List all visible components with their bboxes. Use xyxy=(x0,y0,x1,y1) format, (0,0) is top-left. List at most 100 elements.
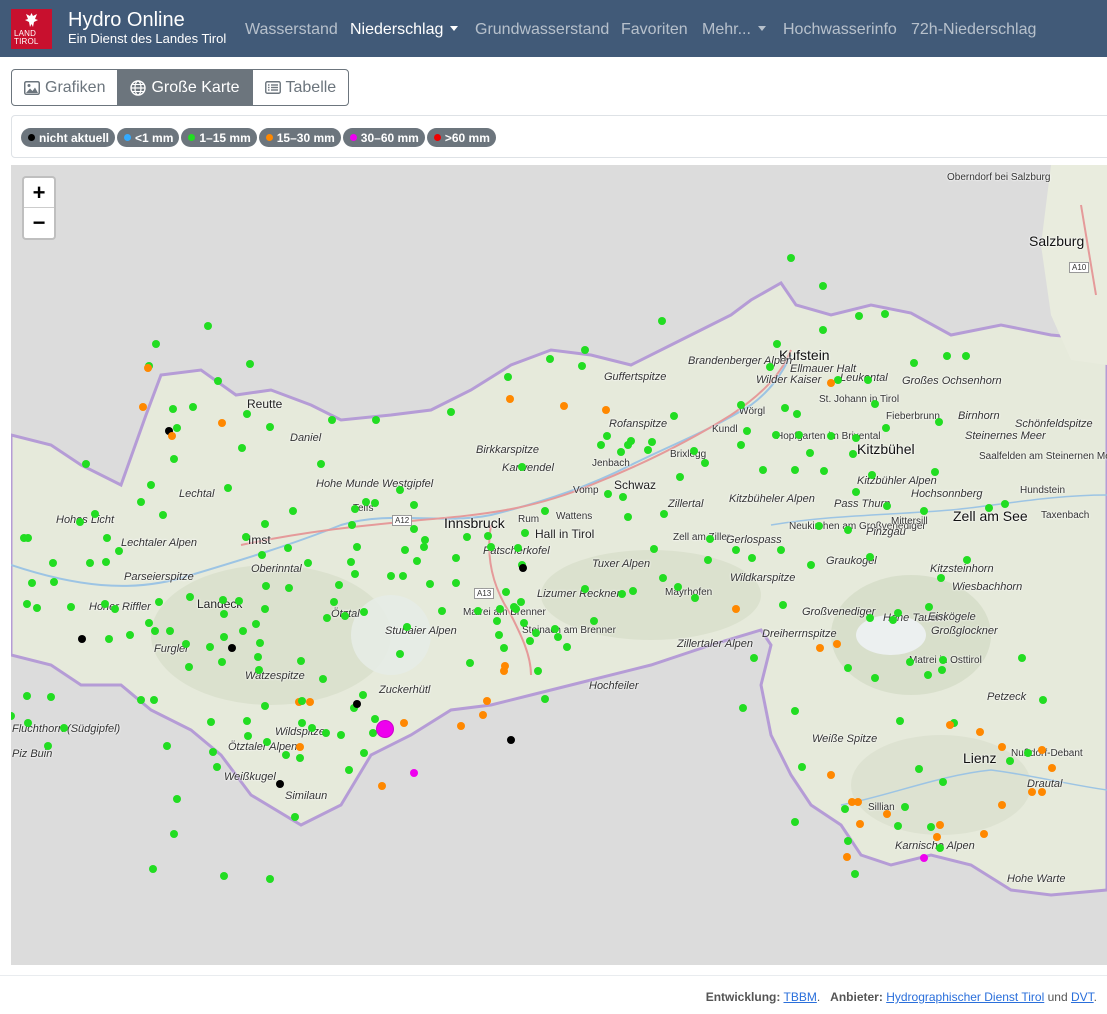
station-1-15mm[interactable] xyxy=(504,373,512,381)
station-1-15mm[interactable] xyxy=(1024,749,1032,757)
station-1-15mm[interactable] xyxy=(137,498,145,506)
station-15-30mm[interactable] xyxy=(306,698,314,706)
station-1-15mm[interactable] xyxy=(906,658,914,666)
station-1-15mm[interactable] xyxy=(149,865,157,873)
station-1-15mm[interactable] xyxy=(82,460,90,468)
station-15-30mm[interactable] xyxy=(856,820,864,828)
dvt-link[interactable]: DVT xyxy=(1071,990,1094,1004)
station-1-15mm[interactable] xyxy=(126,631,134,639)
station-1-15mm[interactable] xyxy=(372,416,380,424)
station-1-15mm[interactable] xyxy=(750,654,758,662)
station-1-15mm[interactable] xyxy=(894,609,902,617)
grafiken-button[interactable]: Grafiken xyxy=(11,69,119,106)
station-1-15mm[interactable] xyxy=(578,362,586,370)
station-1-15mm[interactable] xyxy=(777,546,785,554)
station-1-15mm[interactable] xyxy=(330,598,338,606)
station-1-15mm[interactable] xyxy=(360,608,368,616)
zoom-out-button[interactable]: − xyxy=(24,208,54,238)
station-1-15mm[interactable] xyxy=(447,408,455,416)
station-not-current[interactable] xyxy=(353,700,361,708)
station-1-15mm[interactable] xyxy=(787,254,795,262)
station-15-30mm[interactable] xyxy=(843,853,851,861)
nav-mehr[interactable]: Mehr... xyxy=(702,20,766,39)
station-1-15mm[interactable] xyxy=(691,594,699,602)
station-15-30mm[interactable] xyxy=(976,728,984,736)
station-1-15mm[interactable] xyxy=(563,643,571,651)
station-1-15mm[interactable] xyxy=(827,432,835,440)
station-1-15mm[interactable] xyxy=(484,532,492,540)
station-1-15mm[interactable] xyxy=(44,742,52,750)
station-1-15mm[interactable] xyxy=(50,578,58,586)
station-15-30mm[interactable] xyxy=(378,782,386,790)
station-1-15mm[interactable] xyxy=(371,499,379,507)
station-1-15mm[interactable] xyxy=(246,360,254,368)
station-1-15mm[interactable] xyxy=(410,501,418,509)
station-1-15mm[interactable] xyxy=(541,695,549,703)
station-1-15mm[interactable] xyxy=(213,763,221,771)
station-1-15mm[interactable] xyxy=(256,639,264,647)
station-15-30mm[interactable] xyxy=(732,605,740,613)
station-1-15mm[interactable] xyxy=(242,533,250,541)
app-title[interactable]: Hydro Online xyxy=(68,9,185,31)
station-1-15mm[interactable] xyxy=(1006,757,1014,765)
station-1-15mm[interactable] xyxy=(871,674,879,682)
station-1-15mm[interactable] xyxy=(935,418,943,426)
station-1-15mm[interactable] xyxy=(24,719,32,727)
station-1-15mm[interactable] xyxy=(514,544,522,552)
station-1-15mm[interactable] xyxy=(844,526,852,534)
station-1-15mm[interactable] xyxy=(521,529,529,537)
station-1-15mm[interactable] xyxy=(452,579,460,587)
station-1-15mm[interactable] xyxy=(396,486,404,494)
station-1-15mm[interactable] xyxy=(852,488,860,496)
station-1-15mm[interactable] xyxy=(359,691,367,699)
station-1-15mm[interactable] xyxy=(296,754,304,762)
station-15-30mm[interactable] xyxy=(998,801,1006,809)
nav-favoriten[interactable]: Favoriten xyxy=(621,20,688,39)
station-15-30mm[interactable] xyxy=(1048,764,1056,772)
station-1-15mm[interactable] xyxy=(244,732,252,740)
station-not-current[interactable] xyxy=(228,644,236,652)
station-1-15mm[interactable] xyxy=(881,310,889,318)
legend-15-30mm[interactable]: 15–30 mm xyxy=(258,128,341,147)
station-1-15mm[interactable] xyxy=(145,619,153,627)
station-1-15mm[interactable] xyxy=(807,561,815,569)
station-1-15mm[interactable] xyxy=(186,593,194,601)
station-1-15mm[interactable] xyxy=(604,490,612,498)
station-1-15mm[interactable] xyxy=(103,534,111,542)
station-1-15mm[interactable] xyxy=(420,543,428,551)
station-1-15mm[interactable] xyxy=(317,460,325,468)
station-1-15mm[interactable] xyxy=(86,559,94,567)
station-1-15mm[interactable] xyxy=(779,601,787,609)
station-1-15mm[interactable] xyxy=(706,535,714,543)
station-1-15mm[interactable] xyxy=(319,675,327,683)
station-15-30mm[interactable] xyxy=(933,833,941,841)
station-1-15mm[interactable] xyxy=(648,438,656,446)
station-1-15mm[interactable] xyxy=(766,363,774,371)
station-1-15mm[interactable] xyxy=(931,468,939,476)
station-1-15mm[interactable] xyxy=(362,498,370,506)
station-1-15mm[interactable] xyxy=(261,605,269,613)
station-15-30mm[interactable] xyxy=(833,640,841,648)
land-tirol-logo[interactable]: LAND TIROL xyxy=(11,9,52,49)
legend-1-15mm[interactable]: 1–15 mm xyxy=(181,128,257,147)
station-1-15mm[interactable] xyxy=(401,546,409,554)
station-1-15mm[interactable] xyxy=(328,416,336,424)
station-1-15mm[interactable] xyxy=(927,823,935,831)
station-1-15mm[interactable] xyxy=(284,544,292,552)
tbbm-link[interactable]: TBBM xyxy=(783,990,816,1004)
station-1-15mm[interactable] xyxy=(76,518,84,526)
station-15-30mm[interactable] xyxy=(479,711,487,719)
station-1-15mm[interactable] xyxy=(224,484,232,492)
station-1-15mm[interactable] xyxy=(351,505,359,513)
station-1-15mm[interactable] xyxy=(322,729,330,737)
station-1-15mm[interactable] xyxy=(243,717,251,725)
station-15-30mm[interactable] xyxy=(483,697,491,705)
station-15-30mm[interactable] xyxy=(400,719,408,727)
station-1-15mm[interactable] xyxy=(285,584,293,592)
station-1-15mm[interactable] xyxy=(102,558,110,566)
station-1-15mm[interactable] xyxy=(937,574,945,582)
station-1-15mm[interactable] xyxy=(170,830,178,838)
station-1-15mm[interactable] xyxy=(166,627,174,635)
station-1-15mm[interactable] xyxy=(551,625,559,633)
grosse-karte-button[interactable]: Große Karte xyxy=(117,69,253,106)
